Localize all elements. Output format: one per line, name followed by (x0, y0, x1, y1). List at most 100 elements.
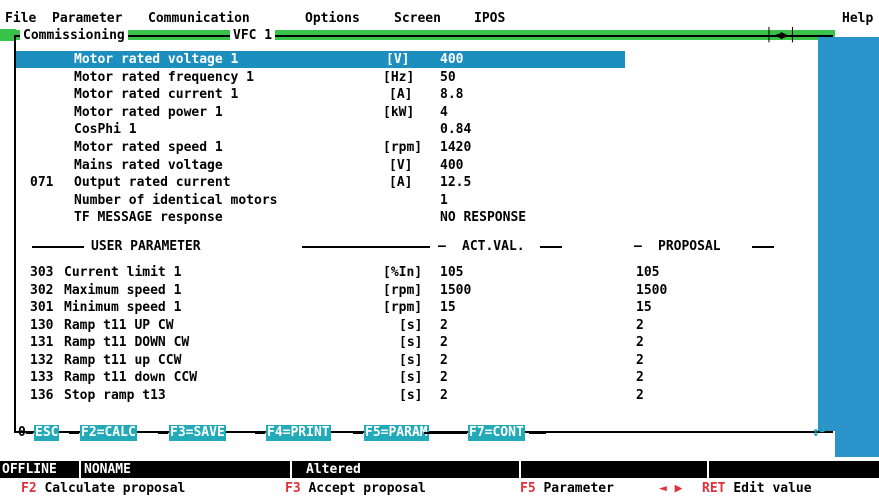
fkey-esc[interactable]: ESC (34, 425, 60, 441)
motor-param-row[interactable]: Mains rated voltage [V] 400 (0, 157, 835, 174)
param-proposal-value: 2 (636, 387, 644, 403)
motor-param-row[interactable]: Motor rated speed 1 [rpm] 1420 (0, 139, 835, 156)
hint-f3[interactable]: F3 Accept proposal (285, 480, 426, 498)
user-param-row[interactable]: 131 Ramp t11 DOWN CW [s] 2 2 (0, 334, 835, 351)
menu-ipos[interactable]: IPOS (474, 10, 505, 27)
motor-param-row[interactable]: CosPhi 1 0.84 (0, 121, 835, 138)
param-name: Current limit 1 (64, 265, 182, 280)
param-actual-value[interactable]: 105 (440, 264, 463, 281)
user-param-row[interactable]: 301 Minimum speed 1 [rpm] 15 15 (0, 299, 835, 316)
param-value[interactable]: 8.8 (440, 86, 463, 103)
param-value[interactable]: 4 (440, 104, 448, 121)
param-number: 130 (30, 317, 54, 333)
section-dash-act: — (438, 239, 454, 254)
param-name: Ramp t11 up CCW (64, 352, 182, 368)
param-actual-value[interactable]: 2 (440, 387, 448, 404)
user-param-row[interactable]: 130 Ramp t11 UP CW [s] 2 2 (0, 317, 835, 334)
param-name: Motor rated frequency 1 (74, 69, 255, 85)
menu-options[interactable]: Options (305, 10, 360, 27)
param-actual-value[interactable]: 1500 (440, 282, 471, 299)
param-actual-value[interactable]: 2 (440, 352, 448, 369)
status-file: NONAME (84, 462, 131, 477)
param-unit: [s] (399, 317, 423, 333)
right-panel-strip (835, 37, 879, 457)
motor-param-row[interactable]: 071 Output rated current [A] 12.5 (0, 174, 835, 191)
param-name: Motor rated voltage 1 (74, 52, 239, 67)
param-proposal-value: 2 (636, 335, 644, 350)
param-actual-value[interactable]: 15 (440, 299, 456, 316)
param-unit: [s] (399, 370, 423, 385)
user-param-row[interactable]: 133 Ramp t11 down CCW [s] 2 2 (0, 369, 835, 386)
menu-file[interactable]: File (5, 10, 36, 27)
hint-ret[interactable]: RET Edit value (702, 480, 812, 498)
param-unit: [A] (389, 87, 413, 103)
fkey-cont[interactable]: F7=CONT (468, 425, 525, 441)
menu-parameter[interactable]: Parameter (52, 10, 122, 27)
scroll-indicator-icon[interactable]: ↕┘ (812, 425, 828, 441)
param-name: Motor rated power 1 (74, 104, 223, 120)
section-user-parameter: USER PARAMETER (88, 238, 204, 255)
motor-param-row[interactable]: Motor rated power 1 [kW] 4 (0, 104, 835, 121)
param-value[interactable]: 400 (440, 157, 463, 174)
param-unit: [s] (399, 387, 423, 403)
fkey-separator-line (529, 432, 546, 434)
param-number: 133 (30, 370, 54, 385)
user-param-row[interactable]: 132 Ramp t11 up CCW [s] 2 2 (0, 352, 835, 369)
hint-f5[interactable]: F5 Parameter (520, 480, 614, 498)
menu-screen[interactable]: Screen (394, 10, 441, 27)
fkey-separator-line (69, 432, 79, 434)
param-actual-value[interactable]: 2 (440, 317, 448, 334)
param-unit: [A] (389, 175, 413, 191)
motor-param-row[interactable]: Motor rated frequency 1 [Hz] 50 (0, 69, 835, 86)
user-param-row[interactable]: 136 Stop ramp t13 [s] 2 2 (0, 387, 835, 404)
menu-bar: File Parameter Communication Options Scr… (0, 0, 879, 28)
motor-param-row[interactable]: Motor rated current 1 [A] 8.8 (0, 86, 835, 103)
hint-bar: F2 Calculate proposal F3 Accept proposal… (0, 480, 879, 498)
user-param-row[interactable]: 303 Current limit 1 [%In] 105 105 (0, 264, 835, 281)
status-state: Altered (306, 462, 361, 477)
fkey-calc[interactable]: F2=CALC (80, 425, 137, 441)
motor-param-row[interactable]: Number of identical motors 1 (0, 192, 835, 209)
param-value[interactable]: 400 (440, 51, 463, 68)
window-nav-controls[interactable]: │◄▶│ (765, 27, 796, 44)
param-unit: [rpm] (383, 140, 423, 155)
param-value[interactable]: 0.84 (440, 121, 471, 138)
param-name: TF MESSAGE response (74, 210, 223, 226)
param-number: 071 (30, 175, 54, 191)
menu-help[interactable]: Help (842, 10, 873, 27)
param-name: Ramp t11 down CCW (64, 370, 198, 385)
fkey-param[interactable]: F5=PARAM (364, 425, 429, 441)
nav-arrows-icon[interactable]: ◄▶ (773, 28, 789, 43)
param-unit: [rpm] (383, 300, 423, 315)
fkey-save[interactable]: F3=SAVE (169, 425, 226, 441)
param-actual-value[interactable]: 2 (440, 369, 448, 386)
param-actual-value[interactable]: 2 (440, 334, 448, 351)
hint-arrows-icon[interactable]: ◄ ▶ (659, 480, 682, 498)
param-value[interactable]: 1 (440, 192, 448, 209)
param-number: 301 (30, 300, 54, 315)
param-number: 136 (30, 387, 54, 403)
section-header: USER PARAMETER — ACT.VAL. — PROPOSAL (0, 238, 835, 255)
fkey-separator-line (353, 432, 363, 434)
section-actual-value: ACT.VAL. (462, 239, 525, 254)
motor-param-row[interactable]: TF MESSAGE response NO RESPONSE (0, 209, 835, 226)
param-name: Number of identical motors (74, 192, 278, 208)
param-value[interactable]: 12.5 (440, 174, 471, 191)
user-param-row[interactable]: 302 Maximum speed 1 [rpm] 1500 1500 (0, 282, 835, 299)
param-value[interactable]: 1420 (440, 139, 471, 156)
section-proposal: PROPOSAL (658, 239, 721, 254)
window-device: VFC 1 (230, 27, 276, 44)
fkey-print[interactable]: F4=PRINT (266, 425, 331, 441)
param-value[interactable]: NO RESPONSE (440, 209, 526, 226)
param-proposal-value: 15 (636, 300, 652, 315)
section-dash-prop: — (634, 239, 650, 254)
menu-communication[interactable]: Communication (148, 10, 250, 27)
param-value[interactable]: 50 (440, 69, 456, 86)
param-proposal-value: 2 (636, 370, 644, 385)
param-name: Mains rated voltage (74, 157, 223, 173)
motor-param-row[interactable]: Motor rated voltage 1 [V] 400 (0, 51, 835, 68)
param-name: CosPhi 1 (74, 122, 137, 138)
hint-f2[interactable]: F2 Calculate proposal (21, 480, 185, 498)
param-proposal-value: 2 (636, 317, 644, 333)
param-number: 131 (30, 335, 54, 350)
